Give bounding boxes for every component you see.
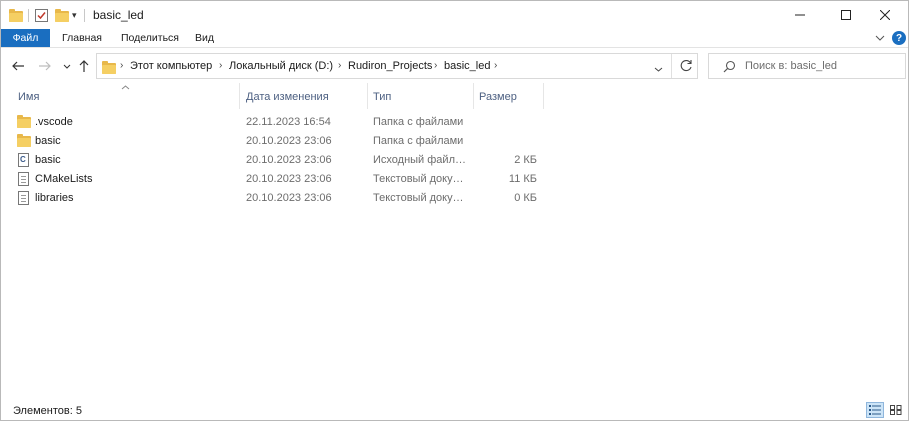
address-divider — [671, 54, 672, 78]
search-placeholder: Поиск в: basic_led — [745, 60, 837, 72]
c-source-file-icon: C — [17, 153, 31, 167]
quick-access-dropdown-icon[interactable]: ▾ — [72, 8, 77, 22]
file-date: 20.10.2023 23:06 — [246, 192, 332, 204]
file-row[interactable]: CMakeLists 20.10.2023 23:06 Текстовый до… — [15, 170, 545, 189]
breadcrumb-chevron-icon[interactable]: › — [219, 60, 222, 71]
file-size: 11 КБ — [508, 173, 537, 185]
address-history-chevron-icon[interactable] — [654, 63, 663, 75]
help-icon[interactable]: ? — [892, 29, 906, 47]
up-arrow-icon[interactable] — [75, 57, 93, 75]
text-document-icon — [17, 172, 31, 186]
breadcrumb-chevron-icon[interactable]: › — [120, 60, 123, 71]
folder-icon — [17, 134, 31, 148]
status-item-count: Элементов: 5 — [13, 405, 82, 417]
details-view-icon[interactable] — [866, 402, 884, 418]
ribbon-divider — [1, 47, 908, 48]
title-bar: ▾ basic_led — [1, 1, 908, 29]
file-row[interactable]: C basic 20.10.2023 23:06 Исходный файл C… — [15, 151, 545, 170]
back-arrow-icon[interactable] — [9, 57, 27, 75]
file-name: basic — [35, 135, 61, 147]
file-row[interactable]: libraries 20.10.2023 23:06 Текстовый док… — [15, 189, 545, 208]
file-size: 2 КБ — [514, 154, 537, 166]
file-type: Исходный файл C... — [373, 154, 469, 166]
file-type: Папка с файлами — [373, 135, 464, 147]
close-button[interactable] — [862, 1, 908, 29]
column-divider[interactable] — [543, 83, 544, 109]
large-icons-view-icon[interactable] — [887, 402, 905, 418]
file-type: Текстовый докум... — [373, 192, 469, 204]
file-row[interactable]: basic 20.10.2023 23:06 Папка с файлами — [15, 132, 545, 151]
file-name: basic — [35, 154, 61, 166]
window-title: basic_led — [93, 8, 144, 22]
ribbon-collapse-icon[interactable] — [875, 29, 885, 47]
address-bar[interactable]: › Этот компьютер › Локальный диск (D:) ›… — [96, 53, 698, 79]
tab-home[interactable]: Главная — [62, 29, 102, 47]
folder-icon — [17, 115, 31, 129]
sort-arrow-icon — [121, 81, 130, 93]
file-type: Папка с файлами — [373, 116, 464, 128]
tab-share[interactable]: Поделиться — [121, 29, 179, 47]
column-header-name[interactable]: Имя — [18, 86, 39, 108]
file-date: 20.10.2023 23:06 — [246, 135, 332, 147]
file-date: 22.11.2023 16:54 — [246, 116, 331, 128]
search-box[interactable]: Поиск в: basic_led — [708, 53, 906, 79]
forward-arrow-icon[interactable] — [35, 57, 53, 75]
file-explorer-window: ▾ basic_led Файл Главная Поделиться Вид … — [0, 0, 909, 421]
file-row[interactable]: .vscode 22.11.2023 16:54 Папка с файлами — [15, 113, 545, 132]
minimize-button[interactable] — [777, 1, 823, 29]
breadcrumb-chevron-icon[interactable]: › — [434, 60, 437, 71]
file-date: 20.10.2023 23:06 — [246, 154, 332, 166]
new-folder-icon[interactable] — [55, 8, 69, 22]
quick-access-separator — [28, 9, 29, 22]
column-divider[interactable] — [473, 83, 474, 109]
breadcrumb-chevron-icon[interactable]: › — [494, 60, 497, 71]
file-date: 20.10.2023 23:06 — [246, 173, 332, 185]
column-header-date[interactable]: Дата изменения — [246, 86, 329, 108]
text-document-icon — [17, 191, 31, 205]
properties-checkbox-icon[interactable] — [35, 8, 48, 22]
refresh-icon[interactable] — [680, 59, 693, 75]
column-divider[interactable] — [367, 83, 368, 109]
file-type: Текстовый докум... — [373, 173, 469, 185]
file-name: libraries — [35, 192, 74, 204]
title-separator — [84, 9, 85, 22]
file-size: 0 КБ — [514, 192, 537, 204]
breadcrumb-chevron-icon[interactable]: › — [338, 60, 341, 71]
breadcrumb-basic-led[interactable]: basic_led — [444, 60, 490, 72]
folder-icon — [9, 8, 23, 22]
breadcrumb-rudiron-projects[interactable]: Rudiron_Projects — [348, 60, 432, 72]
column-divider[interactable] — [239, 83, 240, 109]
recent-locations-chevron-icon[interactable] — [58, 57, 76, 75]
breadcrumb-this-pc[interactable]: Этот компьютер — [130, 60, 212, 72]
column-header-type[interactable]: Тип — [373, 86, 391, 108]
tab-file[interactable]: Файл — [1, 29, 50, 47]
breadcrumb-local-disk[interactable]: Локальный диск (D:) — [229, 60, 333, 72]
address-folder-icon — [102, 61, 116, 74]
tab-view[interactable]: Вид — [195, 29, 214, 47]
column-header-size[interactable]: Размер — [479, 86, 517, 108]
file-name: CMakeLists — [35, 173, 93, 185]
search-icon — [723, 60, 736, 76]
file-name: .vscode — [35, 116, 73, 128]
ribbon-tabs: Файл Главная Поделиться Вид ? — [1, 29, 908, 47]
